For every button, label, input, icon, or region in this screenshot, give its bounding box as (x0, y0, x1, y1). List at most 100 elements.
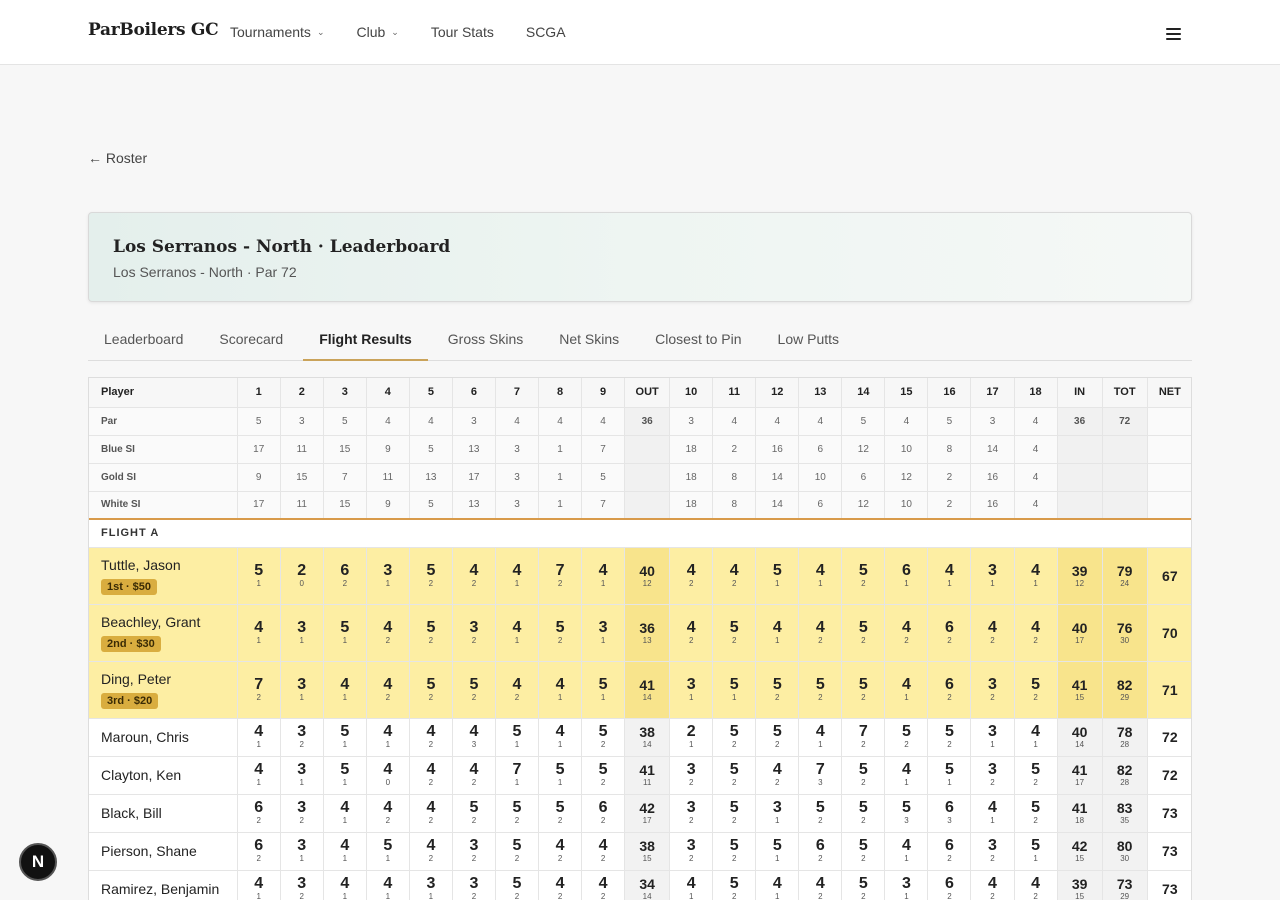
score-cell: 51 (755, 832, 800, 871)
points: 1 (600, 635, 606, 645)
gross-score: 3 (297, 618, 307, 636)
points: 2 (428, 635, 434, 645)
n-badge-icon[interactable]: N (19, 843, 57, 881)
gross-score: 4 (340, 675, 350, 693)
player-cell[interactable]: Black, Bill (89, 794, 238, 833)
points: 2 (600, 816, 606, 825)
column-header: OUT (624, 378, 671, 408)
brand-logo[interactable]: ParBoilers GC (88, 20, 219, 40)
nav-scga[interactable]: SCGA (526, 24, 566, 40)
gross-score: 83 (1116, 800, 1133, 816)
player-cell[interactable]: Ding, Peter 3rd · $20 (89, 661, 238, 719)
player-name[interactable]: Ramirez, Benjamin (101, 881, 237, 897)
gross-score: 39 (1071, 562, 1088, 579)
tab-low-putts[interactable]: Low Putts (762, 318, 855, 361)
info-cell: 12 (841, 435, 886, 464)
score-cell: 32 (452, 604, 496, 662)
gross-score: 4 (988, 618, 997, 636)
gross-score: 5 (772, 723, 782, 740)
score-cell: 42 (669, 604, 714, 662)
score-cell: 41 (495, 547, 540, 605)
tab-scorecard[interactable]: Scorecard (203, 318, 299, 361)
player-cell[interactable]: Beachley, Grant 2nd · $30 (89, 604, 238, 662)
info-cell: 2 (927, 463, 972, 492)
score-cell: 41 17 (1057, 756, 1103, 795)
score-cell: 73 (798, 756, 843, 795)
table-row[interactable]: Pierson, Shane 6 2 3 1 4 1 5 1 4 2 3 2 5 2 4 2 4 2 38 15 3 2 5 2… (89, 832, 1191, 871)
points: 2 (861, 778, 866, 787)
table-row[interactable]: Maroun, Chris 4 1 3 2 5 1 4 1 4 2 4 3 5 1 4 1 5 2 38 14 2 1 5 2 5… (89, 718, 1191, 757)
score-cell: 52 (452, 661, 496, 719)
flight-results-table-container[interactable]: Player 1 2 3 4 5 6 7 8 9 OUT 10 11 12 13 14 15 16 17 18 IN TO… (88, 377, 1192, 900)
nav-tournaments[interactable]: Tournaments ⌄ (230, 24, 324, 40)
player-name[interactable]: Beachley, Grant (101, 614, 237, 630)
gross-score: 5 (772, 837, 782, 854)
gross-score: 4 (729, 561, 739, 579)
player-cell[interactable]: Pierson, Shane (89, 832, 238, 871)
chevron-down-icon: ⌄ (391, 26, 399, 37)
score-cell: 40 14 (1057, 718, 1103, 757)
score-cell: 52 (1014, 661, 1058, 719)
gross-score: 5 (729, 837, 739, 854)
points: 30 (1120, 854, 1130, 863)
table-row[interactable]: Ding, Peter 3rd · $20 7 2 3 1 4 1 4 2 5 2 5 2 4 2 4 1 5 1 41… (89, 661, 1191, 719)
gross-score: 5 (858, 761, 868, 778)
table-row[interactable]: Black, Bill 6 2 3 2 4 1 4 2 4 2 5 2 5 2 5 2 6 2 42 17 3 2 5 2 3 1 5… (89, 794, 1191, 833)
player-name[interactable]: Tuttle, Jason (101, 557, 237, 573)
score-cell: 42 15 (1057, 832, 1103, 871)
table-row[interactable]: Clayton, Ken 4 1 3 1 5 1 4 0 4 2 4 2 7 1 5 1 5 2 41 11 3 2 5 2 4 2… (89, 756, 1191, 795)
points: 2 (299, 892, 304, 900)
points: 1 (688, 740, 694, 749)
table-row[interactable]: Tuttle, Jason 1st · $50 5 1 2 0 6 2 3 1 5 2 4 2 4 1 7 2 4 1… (89, 547, 1191, 605)
tab-flight-results[interactable]: Flight Results (303, 318, 428, 361)
info-cell: 8 (712, 463, 757, 492)
score-cell: 41 15 (1057, 661, 1103, 719)
player-name[interactable]: Ding, Peter (101, 671, 237, 687)
gross-score: 3 (426, 875, 436, 892)
tab-leaderboard[interactable]: Leaderboard (88, 318, 199, 361)
player-name[interactable]: Maroun, Chris (101, 729, 237, 745)
score-cell: 52 (581, 756, 626, 795)
back-to-roster-link[interactable]: ← Roster (88, 150, 147, 166)
nav-label: Tournaments (230, 24, 311, 40)
score-cell: 51 (323, 718, 367, 757)
placing-badge: 1st · $50 (101, 578, 158, 595)
gross-score: 6 (945, 875, 954, 892)
table-row[interactable]: Beachley, Grant 2nd · $30 4 1 3 1 5 1 4 2 5 2 3 2 4 1 5 2… (89, 604, 1191, 662)
gross-score: 4 (815, 875, 825, 892)
gross-score: 5 (512, 799, 522, 816)
gross-score: 4 (1031, 723, 1040, 740)
points: 1 (904, 854, 909, 863)
gross-score: 3 (297, 723, 307, 740)
info-cell: 3 (280, 407, 324, 436)
table-row[interactable]: Ramirez, Benjamin 4 1 3 2 4 1 4 1 3 1 3 2 5 2 4 2 4 2 34 14 4… (89, 870, 1191, 900)
nav-club[interactable]: Club ⌄ (356, 24, 398, 40)
gross-score: 4 (686, 875, 696, 892)
hamburger-menu-icon[interactable] (1166, 28, 1181, 40)
player-cell[interactable]: Clayton, Ken (89, 756, 238, 795)
net-score: 73 (1147, 794, 1191, 833)
nav-tour-stats[interactable]: Tour Stats (431, 24, 494, 40)
info-cell: 13 (409, 463, 453, 492)
gross-score: 4 (469, 723, 479, 740)
score-cell: 32 (280, 794, 324, 833)
points: 1 (428, 892, 434, 900)
tab-net-skins[interactable]: Net Skins (543, 318, 635, 361)
points: 2 (600, 854, 606, 863)
player-name[interactable]: Pierson, Shane (101, 843, 237, 859)
tab-closest-to-pin[interactable]: Closest to Pin (639, 318, 757, 361)
score-cell: 42 (409, 756, 453, 795)
player-name[interactable]: Black, Bill (101, 805, 237, 821)
gross-score: 3 (901, 875, 911, 892)
player-name[interactable]: Clayton, Ken (101, 767, 237, 783)
info-cell: 1 (538, 491, 583, 520)
column-header: 11 (712, 378, 757, 408)
info-cell (624, 435, 671, 464)
tab-gross-skins[interactable]: Gross Skins (432, 318, 539, 361)
player-cell[interactable]: Ramirez, Benjamin (89, 870, 238, 900)
points: 1 (904, 778, 909, 787)
points: 2 (256, 854, 261, 863)
player-cell[interactable]: Maroun, Chris (89, 718, 238, 757)
gross-score: 4 (901, 837, 911, 854)
player-cell[interactable]: Tuttle, Jason 1st · $50 (89, 547, 238, 605)
